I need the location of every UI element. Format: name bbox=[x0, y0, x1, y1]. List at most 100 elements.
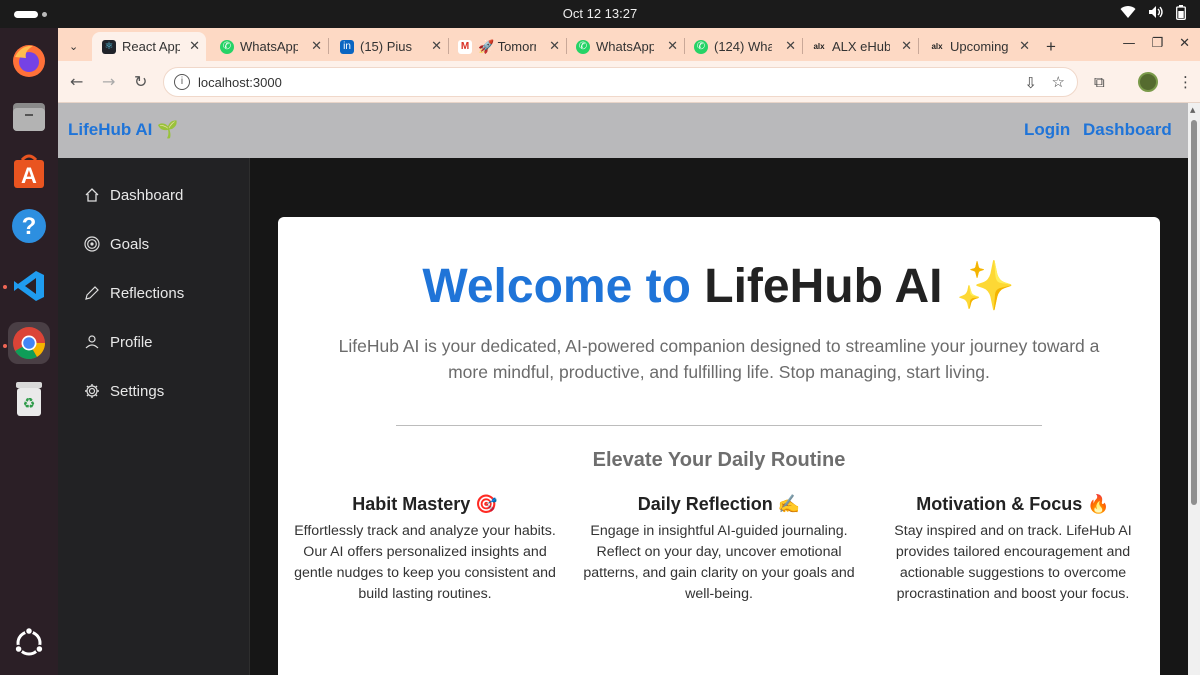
close-icon[interactable]: ✕ bbox=[785, 38, 796, 54]
login-link[interactable]: Login bbox=[1024, 120, 1070, 140]
new-tab-button[interactable]: + bbox=[1040, 32, 1064, 61]
help-icon[interactable]: ? bbox=[8, 205, 50, 247]
close-icon[interactable]: ✕ bbox=[189, 38, 200, 54]
trash-icon[interactable]: ♻ bbox=[8, 378, 50, 420]
tab-alx-ehub[interactable]: alx ALX eHub ✕ bbox=[802, 32, 918, 61]
close-icon[interactable]: ✕ bbox=[311, 38, 322, 54]
brand-logo[interactable]: LifeHub AI 🌱 bbox=[68, 120, 178, 140]
menu-dots-icon[interactable]: ⋮ bbox=[1178, 73, 1193, 91]
feature-habit-mastery: Habit Mastery 🎯 Effortlessly track and a… bbox=[289, 494, 561, 605]
tab-search-button[interactable]: ⌄ bbox=[60, 32, 90, 61]
site-info-icon[interactable]: i bbox=[174, 74, 190, 90]
tab-strip: ⌄ ⚛ React App ✕ ✆ WhatsApp ✕ in (15) Piu… bbox=[58, 28, 1200, 61]
close-icon[interactable]: ✕ bbox=[431, 38, 442, 54]
show-apps-icon[interactable] bbox=[8, 622, 50, 664]
close-window-icon[interactable]: ✕ bbox=[1179, 36, 1190, 51]
sidebar-item-dashboard[interactable]: Dashboard bbox=[84, 183, 183, 207]
restore-icon[interactable]: ❐ bbox=[1151, 36, 1163, 51]
feature-text: Effortlessly track and analyze your habi… bbox=[294, 523, 556, 602]
extensions-icon[interactable]: ⧉ bbox=[1094, 73, 1105, 91]
sidebar-item-label: Profile bbox=[110, 333, 153, 351]
running-indicator bbox=[3, 344, 7, 348]
feature-text: Engage in insightful AI-guided journalin… bbox=[583, 523, 855, 602]
scrollbar-thumb[interactable] bbox=[1191, 120, 1197, 505]
chrome-window: ⌄ ⚛ React App ✕ ✆ WhatsApp ✕ in (15) Piu… bbox=[58, 28, 1200, 675]
system-clock[interactable]: Oct 12 13:27 bbox=[0, 6, 1200, 21]
tab-linkedin[interactable]: in (15) Pius ✕ bbox=[330, 32, 448, 61]
gear-icon bbox=[85, 384, 99, 398]
system-top-bar: Oct 12 13:27 bbox=[0, 0, 1200, 28]
close-icon[interactable]: ✕ bbox=[1019, 38, 1030, 54]
running-indicator bbox=[3, 285, 7, 289]
linkedin-icon: in bbox=[340, 39, 354, 54]
sidebar-item-label: Dashboard bbox=[110, 186, 184, 204]
dashboard-link[interactable]: Dashboard bbox=[1083, 120, 1172, 140]
sidebar-item-reflections[interactable]: Reflections bbox=[84, 281, 184, 305]
url-text[interactable]: localhost:3000 bbox=[198, 75, 282, 90]
intro-text: LifeHub AI is your dedicated, AI-powered… bbox=[338, 336, 1100, 382]
system-tray[interactable] bbox=[1120, 5, 1186, 24]
feature-title: Daily Reflection ✍️ bbox=[637, 494, 801, 514]
target-icon bbox=[84, 236, 100, 252]
tab-whatsapp-2[interactable]: ✆ WhatsApp ✕ bbox=[566, 32, 684, 61]
whatsapp-icon: ✆ bbox=[576, 39, 590, 54]
volume-icon bbox=[1148, 5, 1164, 24]
title-highlight: Welcome to bbox=[422, 260, 691, 313]
page-viewport: LifeHub AI 🌱 Login Dashboard Dashboard G… bbox=[58, 103, 1188, 675]
sidebar: Dashboard Goals Reflections Profile Sett… bbox=[58, 158, 250, 675]
page-scrollbar[interactable]: ▲ bbox=[1188, 103, 1200, 675]
forward-arrow-icon[interactable]: → bbox=[102, 72, 115, 91]
tab-whatsapp-3[interactable]: ✆ (124) WhatsApp ✕ bbox=[684, 32, 802, 61]
feature-title: Motivation & Focus 🔥 bbox=[916, 494, 1110, 514]
whatsapp-icon: ✆ bbox=[220, 39, 234, 54]
vscode-icon[interactable] bbox=[8, 265, 50, 307]
chrome-icon[interactable] bbox=[8, 322, 50, 364]
feature-title: Habit Mastery 🎯 bbox=[352, 494, 498, 514]
feature-text: Stay inspired and on track. LifeHub AI p… bbox=[894, 523, 1132, 602]
battery-icon bbox=[1176, 5, 1186, 24]
ubuntu-dock: A ? ♻ bbox=[0, 28, 58, 675]
window-controls: — ❐ ✕ bbox=[1122, 36, 1190, 51]
sidebar-item-settings[interactable]: Settings bbox=[84, 379, 164, 403]
gmail-icon: M bbox=[458, 39, 472, 54]
firefox-icon[interactable] bbox=[8, 40, 50, 82]
sidebar-item-label: Reflections bbox=[110, 284, 185, 302]
pencil-icon bbox=[85, 286, 99, 300]
close-icon[interactable]: ✕ bbox=[549, 38, 560, 54]
profile-avatar[interactable] bbox=[1138, 72, 1158, 92]
close-icon[interactable]: ✕ bbox=[901, 38, 912, 54]
wifi-icon bbox=[1120, 5, 1136, 24]
scroll-up-icon[interactable]: ▲ bbox=[1190, 106, 1195, 114]
react-icon: ⚛ bbox=[102, 39, 116, 54]
chevron-down-icon: ⌄ bbox=[69, 41, 79, 53]
sidebar-item-label: Settings bbox=[110, 382, 165, 400]
tab-separator bbox=[918, 38, 919, 54]
sidebar-item-goals[interactable]: Goals bbox=[84, 232, 149, 256]
back-arrow-icon[interactable]: ← bbox=[70, 72, 83, 91]
bookmark-star-icon[interactable]: ☆ bbox=[1052, 73, 1065, 91]
tab-alx-upcoming[interactable]: alx Upcoming ✕ bbox=[920, 32, 1036, 61]
section-heading: Elevate Your Daily Routine bbox=[592, 449, 846, 471]
files-icon[interactable] bbox=[8, 95, 50, 137]
svg-text:?: ? bbox=[22, 213, 37, 240]
sidebar-item-profile[interactable]: Profile bbox=[84, 330, 153, 354]
install-app-icon[interactable]: ⇩ bbox=[1024, 74, 1037, 92]
tab-separator bbox=[328, 38, 329, 54]
reload-icon[interactable]: ↻ bbox=[134, 72, 147, 91]
app-center-icon[interactable]: A bbox=[8, 150, 50, 192]
page-title: Welcome to LifeHub AI ✨ bbox=[278, 257, 1160, 314]
main-content: Welcome to LifeHub AI ✨ LifeHub AI is yo… bbox=[250, 158, 1188, 675]
sidebar-item-label: Goals bbox=[110, 235, 150, 253]
address-bar[interactable]: i localhost:3000 ⇩ ☆ bbox=[163, 67, 1078, 97]
welcome-card: Welcome to LifeHub AI ✨ LifeHub AI is yo… bbox=[278, 217, 1160, 675]
svg-text:A: A bbox=[21, 163, 37, 188]
feature-daily-reflection: Daily Reflection ✍️ Engage in insightful… bbox=[583, 494, 855, 605]
minimize-icon[interactable]: — bbox=[1122, 36, 1135, 51]
tab-gmail[interactable]: M 🚀 Tomorrow ✕ bbox=[448, 32, 566, 61]
tab-react-app[interactable]: ⚛ React App ✕ bbox=[92, 32, 206, 61]
whatsapp-icon: ✆ bbox=[694, 39, 708, 54]
close-icon[interactable]: ✕ bbox=[667, 38, 678, 54]
home-icon bbox=[85, 188, 99, 202]
tab-whatsapp[interactable]: ✆ WhatsApp ✕ bbox=[210, 32, 328, 61]
title-rest: LifeHub AI ✨ bbox=[690, 260, 1016, 313]
